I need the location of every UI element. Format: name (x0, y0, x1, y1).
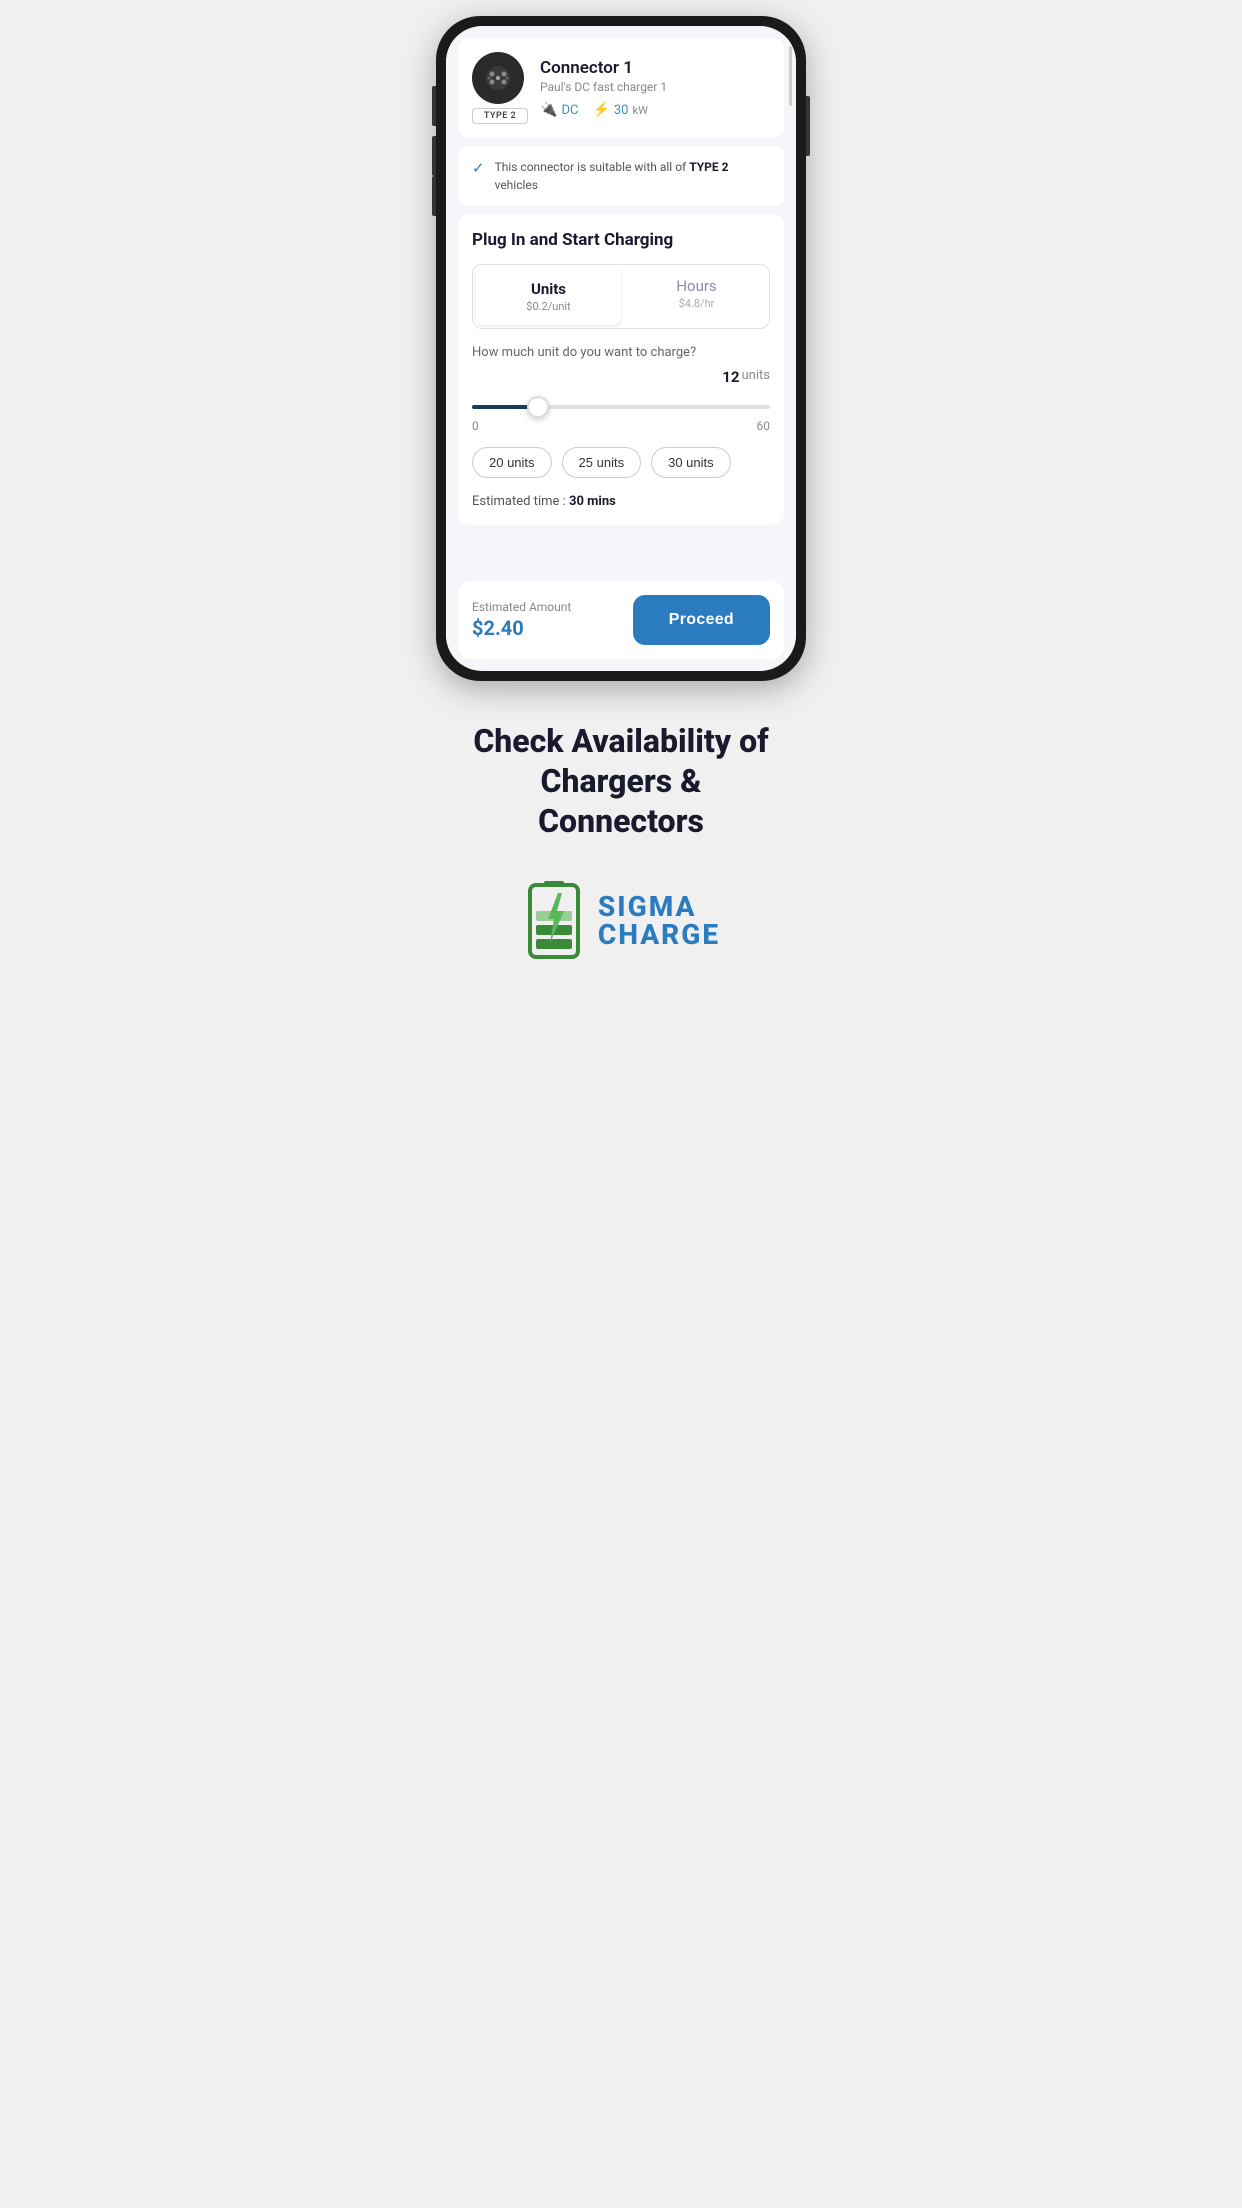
connector-icon-wrap: TYPE 2 (472, 52, 528, 124)
phone-screen: TYPE 2 Connector 1 Paul's DC fast charge… (446, 26, 796, 671)
lightning-icon: ⚡ (592, 102, 609, 118)
connector-specs: 🔌 DC ⚡ 30 kW (540, 102, 770, 118)
compat-notice: ✓ This connector is suitable with all of… (458, 146, 784, 206)
tab-selector: Units $0.2/unit Hours $4.8/hr (472, 264, 770, 329)
slider-min: 0 (472, 419, 479, 433)
connector-header: TYPE 2 Connector 1 Paul's DC fast charge… (472, 52, 770, 124)
logo-charge: CHARGE (598, 921, 720, 949)
tab-units-price: $0.2/unit (484, 300, 613, 313)
tagline: Check Availability of Chargers & Connect… (461, 721, 781, 841)
slider-max: 60 (757, 419, 771, 433)
phone-frame: TYPE 2 Connector 1 Paul's DC fast charge… (436, 16, 806, 681)
quantity-slider[interactable] (472, 405, 770, 409)
sigma-charge-logo-icon (522, 881, 586, 961)
type-highlight: TYPE 2 (689, 160, 728, 174)
quick-20[interactable]: 20 units (472, 447, 552, 478)
logo-sigma: SIGMA (598, 893, 697, 921)
spec-dc: 🔌 DC (540, 102, 578, 118)
quick-select: 20 units 25 units 30 units (472, 447, 770, 478)
ev-connector-icon (482, 62, 514, 94)
compat-text: This connector is suitable with all of T… (495, 158, 770, 194)
connector-name: Connector 1 (540, 58, 770, 78)
connector-info: Connector 1 Paul's DC fast charger 1 🔌 D… (540, 58, 770, 118)
plug-icon: 🔌 (540, 102, 557, 118)
quantity-unit: units (742, 368, 770, 386)
amount-value: $2.40 (472, 616, 633, 640)
tab-hours-price: $4.8/hr (632, 297, 761, 310)
slider-labels: 0 60 (472, 419, 770, 433)
spacer (446, 533, 796, 573)
logo-text: SIGMA CHARGE (598, 893, 720, 949)
connector-icon (472, 52, 524, 104)
tab-units[interactable]: Units $0.2/unit (476, 268, 621, 325)
charging-section: Plug In and Start Charging Units $0.2/un… (458, 214, 784, 525)
type-badge: TYPE 2 (472, 108, 528, 124)
quantity-value: 12 (722, 368, 739, 386)
tab-units-label: Units (484, 280, 613, 298)
logo-container: SIGMA CHARGE (434, 881, 808, 961)
charger-name: Paul's DC fast charger 1 (540, 80, 770, 94)
checkmark-icon: ✓ (472, 159, 485, 177)
estimated-time: Estimated time : 30 mins (472, 494, 770, 509)
dc-label: DC (561, 103, 578, 118)
below-content: Check Availability of Chargers & Connect… (414, 681, 828, 991)
tab-hours[interactable]: Hours $4.8/hr (624, 265, 769, 328)
estimated-label: Estimated time : (472, 494, 569, 509)
page-wrapper: TYPE 2 Connector 1 Paul's DC fast charge… (414, 0, 828, 991)
amount-label: Estimated Amount (472, 600, 633, 614)
power-value: 30 (614, 103, 629, 118)
tab-hours-label: Hours (632, 277, 761, 295)
screen-content: TYPE 2 Connector 1 Paul's DC fast charge… (446, 38, 796, 659)
power-unit: kW (633, 104, 648, 117)
quantity-value-row: 12 units (472, 368, 770, 386)
proceed-button[interactable]: Proceed (633, 595, 770, 645)
spec-power: ⚡ 30 kW (592, 102, 647, 118)
estimated-value: 30 mins (569, 494, 616, 509)
slider-container[interactable] (472, 394, 770, 413)
amount-section: Estimated Amount $2.40 (472, 600, 633, 640)
quantity-question: How much unit do you want to charge? (472, 345, 770, 360)
quick-30[interactable]: 30 units (651, 447, 731, 478)
bottom-bar: Estimated Amount $2.40 Proceed (458, 581, 784, 659)
quick-25[interactable]: 25 units (562, 447, 642, 478)
section-title: Plug In and Start Charging (472, 230, 770, 250)
connector-card: TYPE 2 Connector 1 Paul's DC fast charge… (458, 38, 784, 138)
